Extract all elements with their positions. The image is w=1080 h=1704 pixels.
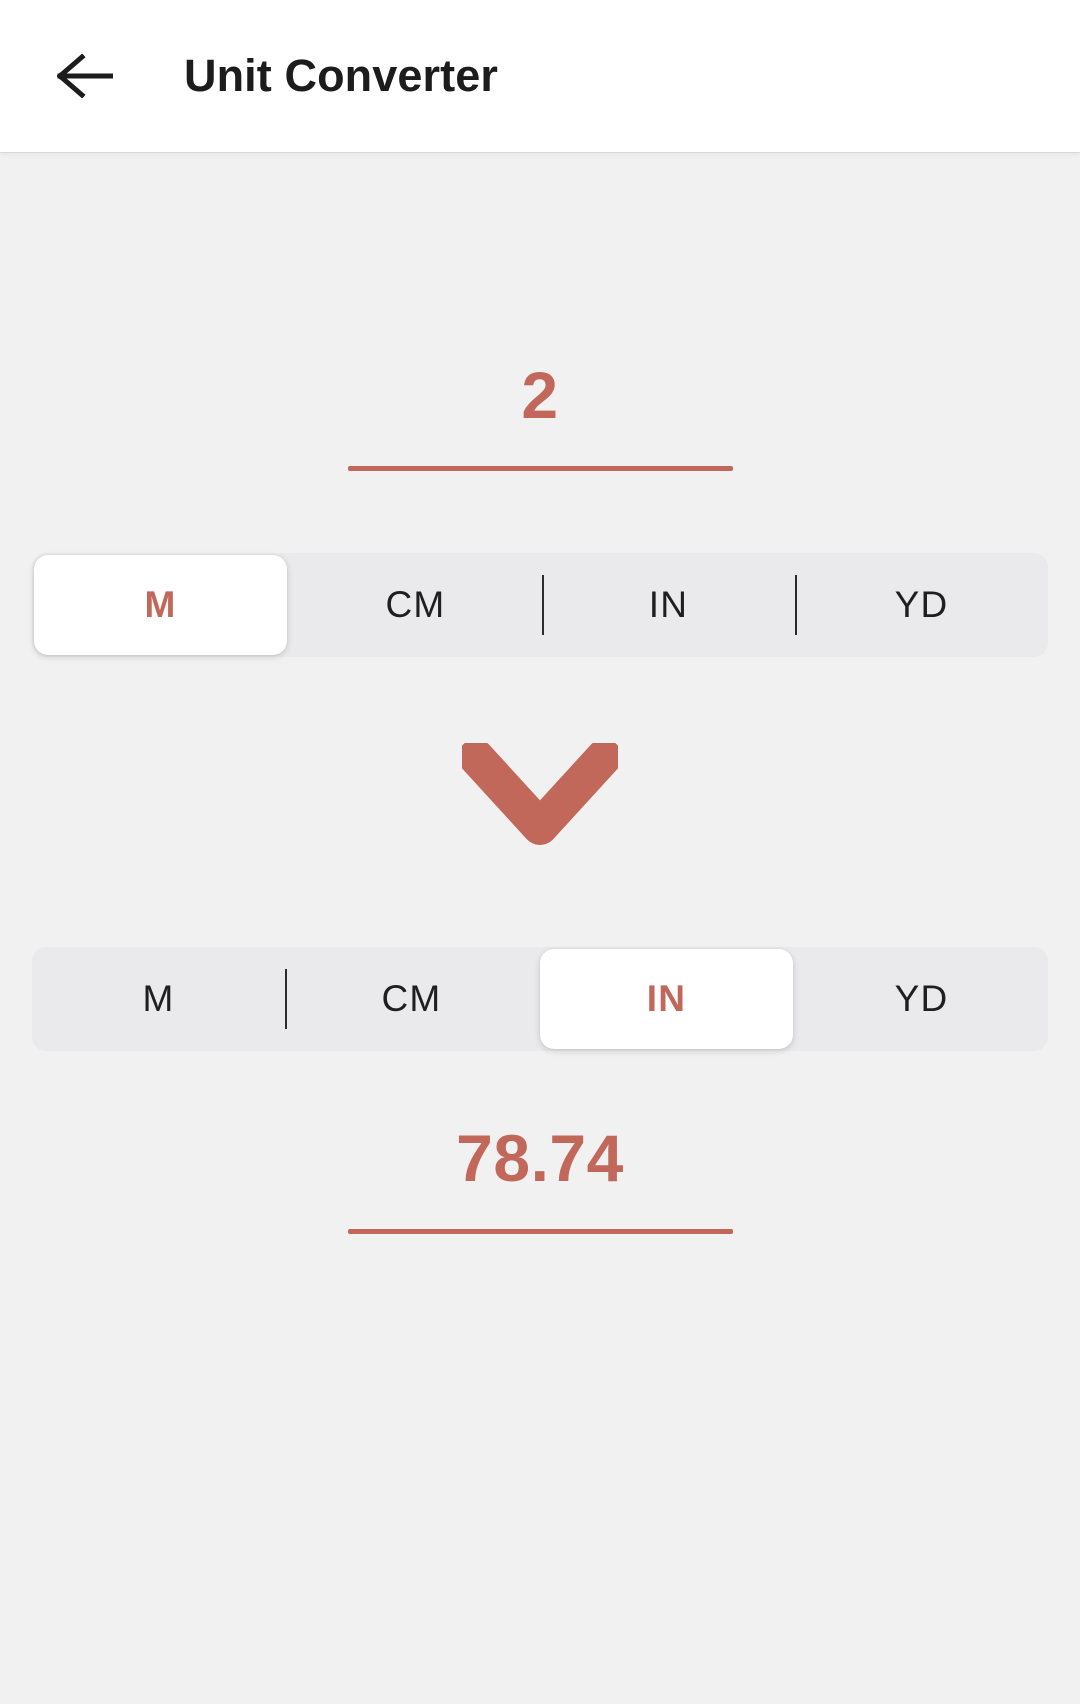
to-unit-option-m[interactable]: M [32,947,285,1051]
unit-converter-screen: Unit Converter 2 M CM IN YD M CM IN YD 7… [0,0,1080,1704]
input-value-field[interactable]: 2 [0,362,1080,428]
input-value-block: 2 [0,362,1080,471]
from-unit-option-in[interactable]: IN [542,553,795,657]
from-unit-option-cm[interactable]: CM [289,553,542,657]
from-unit-option-m[interactable]: M [34,555,287,655]
to-unit-segmented-control[interactable]: M CM IN YD [32,947,1048,1051]
chevron-down-icon [462,743,618,847]
from-unit-option-yd[interactable]: YD [795,553,1048,657]
spacer-chevron-to-units [0,847,1080,947]
arrow-left-icon [57,54,113,98]
to-unit-option-yd[interactable]: YD [795,947,1048,1051]
to-unit-option-cm[interactable]: CM [285,947,538,1051]
conversion-direction-indicator [0,743,1080,847]
spacer-units-to-result [0,1051,1080,1125]
spacer-input-to-units [0,471,1080,553]
to-unit-option-in[interactable]: IN [540,949,793,1049]
converter-body: 2 M CM IN YD M CM IN YD 78.74 [0,152,1080,1704]
output-value-field[interactable]: 78.74 [0,1125,1080,1191]
output-value-underline [347,1229,733,1234]
output-value-block: 78.74 [0,1125,1080,1234]
page-title: Unit Converter [184,50,498,101]
spacer-units-to-chevron [0,657,1080,743]
from-unit-segmented-control[interactable]: M CM IN YD [32,553,1048,657]
app-bar: Unit Converter [0,0,1080,152]
back-button[interactable] [44,35,126,117]
